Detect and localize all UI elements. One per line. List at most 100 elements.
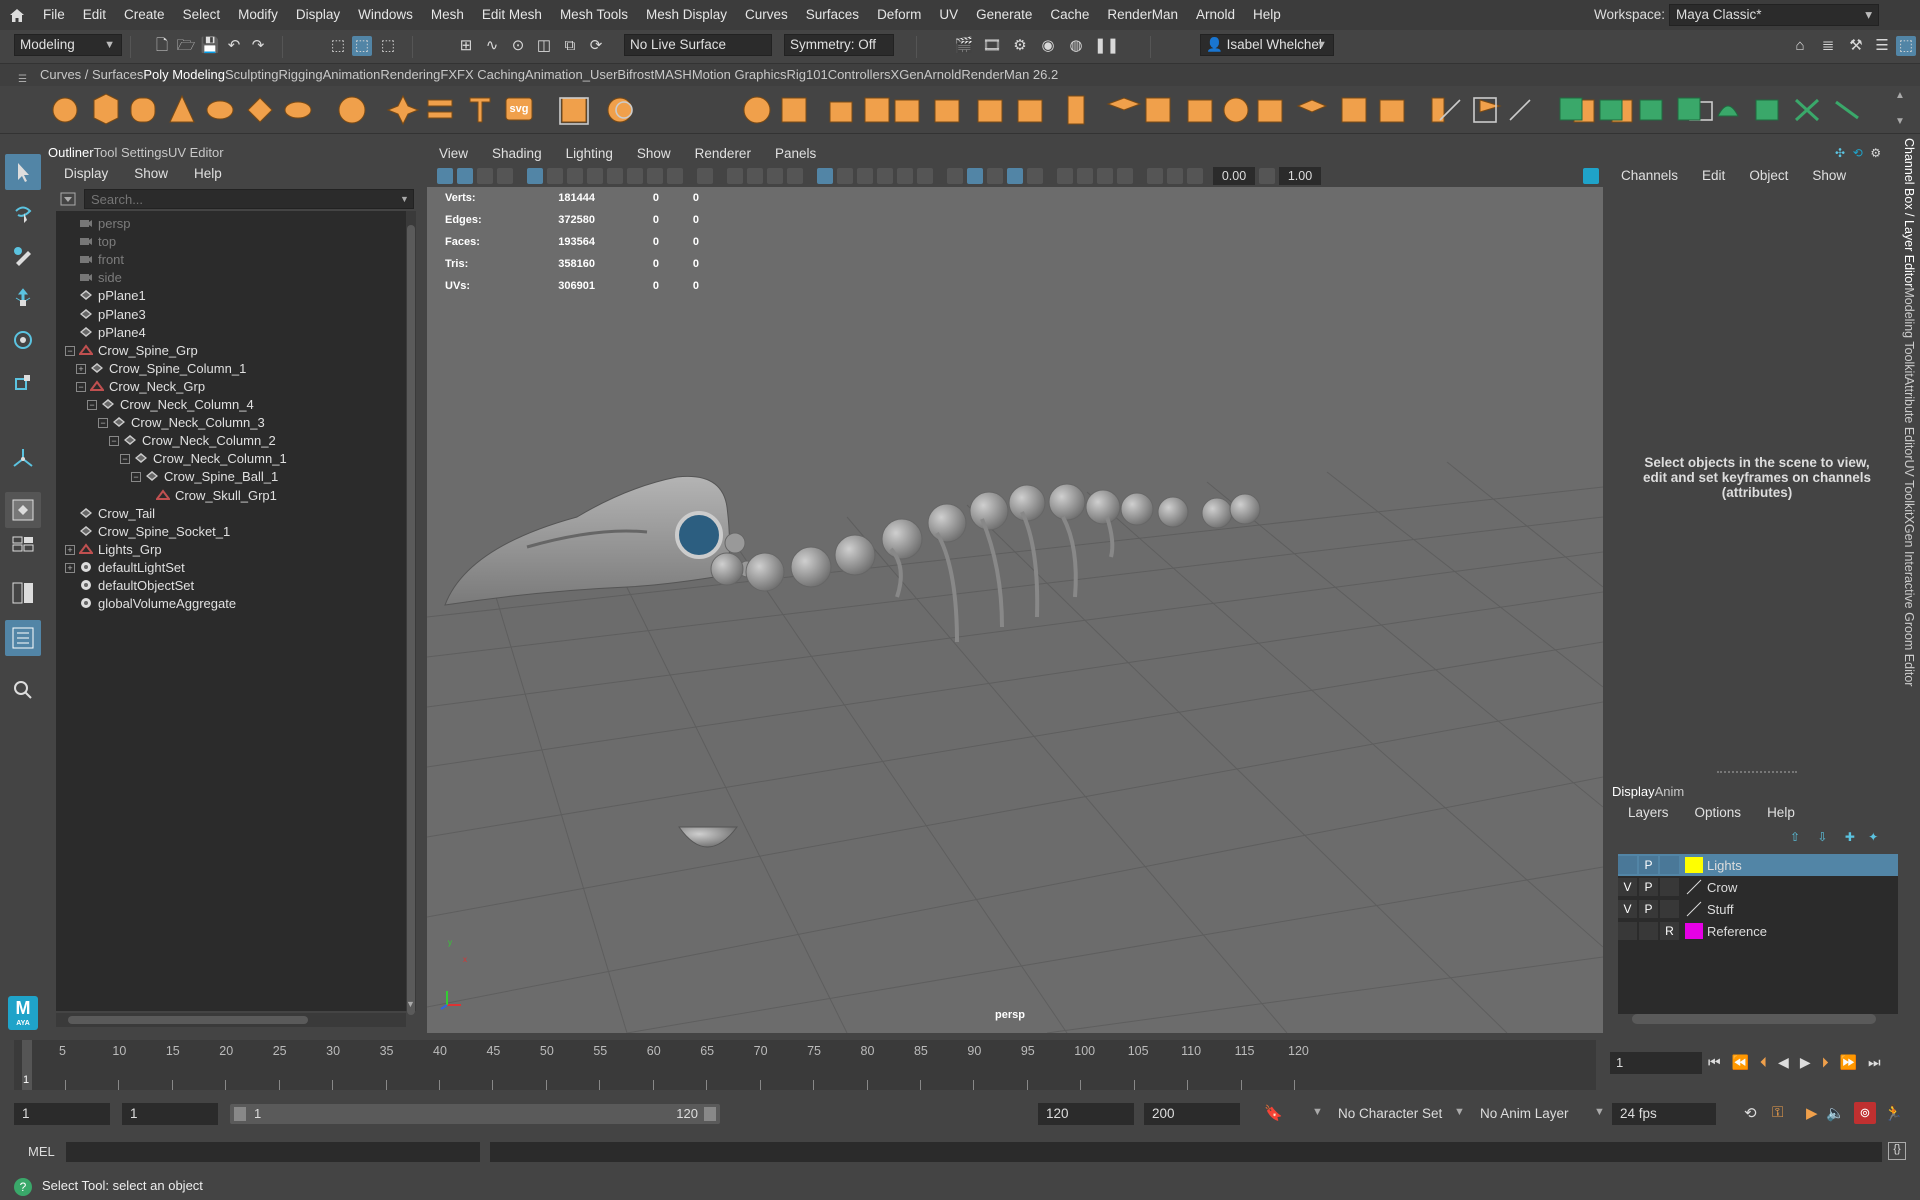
tree-expander-icon[interactable]: − [98, 418, 108, 429]
crow-spine-model[interactable] [710, 483, 1261, 643]
toggle-channel-box-icon[interactable]: ☰ [1872, 36, 1892, 56]
layer-color-swatch[interactable] [1685, 879, 1703, 895]
layer-r-toggle[interactable] [1660, 878, 1679, 896]
scroll-down-icon[interactable]: ▼ [406, 999, 415, 1009]
image-plane-icon[interactable] [497, 168, 513, 184]
refresh-icon[interactable]: ⟲ [1853, 146, 1863, 160]
outliner-search-input[interactable] [84, 189, 414, 209]
shelf-tab-arnold[interactable]: Arnold [924, 64, 962, 86]
menu-windows[interactable]: Windows [349, 0, 422, 30]
arnold-render-icon[interactable]: ◍ [1066, 36, 1086, 56]
smooth-shade-icon[interactable] [837, 168, 853, 184]
lasso-select-tool-icon[interactable] [5, 196, 41, 232]
shelf-tab-rigging[interactable]: Rigging [278, 64, 322, 86]
crow-spine-socket-model[interactable] [678, 826, 739, 848]
outliner-persp-layout-icon[interactable] [5, 620, 41, 656]
layer-color-swatch[interactable] [1685, 901, 1703, 917]
shelf-scroll-up-icon[interactable]: ▲ [1895, 90, 1905, 101]
playback-end-field[interactable]: 120 [1038, 1103, 1134, 1125]
live-surface-field[interactable]: No Live Surface [624, 34, 772, 56]
shelf-tab-mash[interactable]: MASH [654, 64, 692, 86]
select-object-icon[interactable]: ⬚ [352, 36, 372, 56]
toggle-outliner-icon[interactable]: ⬚ [1896, 36, 1916, 56]
layer-row-reference[interactable]: R Reference [1618, 920, 1898, 942]
scale-tool-icon[interactable] [5, 364, 41, 400]
menu-cache[interactable]: Cache [1041, 0, 1098, 30]
fps-dropdown[interactable]: 24 fps [1612, 1103, 1716, 1125]
menu-arnold[interactable]: Arnold [1187, 0, 1244, 30]
select-camera-icon[interactable] [437, 168, 453, 184]
select-component-icon[interactable]: ⬚ [378, 36, 398, 56]
textured-icon[interactable] [877, 168, 893, 184]
animation-start-field[interactable]: 1 [14, 1103, 110, 1125]
menu-renderman[interactable]: RenderMan [1098, 0, 1187, 30]
shelf-tab-curves-surfaces[interactable]: Curves / Surfaces [40, 64, 143, 86]
shelf-tab-renderman-26-2[interactable]: RenderMan 26.2 [961, 64, 1058, 86]
perspective-viewport[interactable]: View Shading Lighting Show Renderer Panels [427, 143, 1603, 1033]
menu-file[interactable]: File [34, 0, 74, 30]
layer-p-toggle[interactable]: P [1639, 878, 1658, 896]
grease-pencil-icon[interactable] [547, 168, 563, 184]
ghost-icon[interactable] [787, 168, 803, 184]
menu-create[interactable]: Create [115, 0, 174, 30]
shelf-tab-motion-graphics[interactable]: Motion Graphics [692, 64, 787, 86]
layer-r-toggle[interactable] [1660, 856, 1679, 874]
motion-blur-icon[interactable] [1057, 168, 1073, 184]
wireframe-mode-icon[interactable] [817, 168, 833, 184]
tab-outliner[interactable]: Outliner [48, 143, 94, 163]
select-hierarchy-icon[interactable]: ⬚ [328, 36, 348, 56]
layer-tab-anim[interactable]: Anim [1655, 782, 1685, 802]
hdr-icon[interactable] [1117, 168, 1133, 184]
shelf-tab-poly-modeling[interactable]: Poly Modeling [143, 64, 225, 86]
home-icon[interactable] [0, 0, 34, 30]
auto-key-icon[interactable]: 🔖 [1264, 1104, 1283, 1122]
range-slider[interactable]: 1 120 [230, 1104, 720, 1124]
single-perspective-layout-icon[interactable] [5, 492, 41, 528]
outliner-item-crow-skull-grp1[interactable]: Crow_Skull_Grp1 [155, 485, 277, 507]
anti-alias-icon[interactable] [1077, 168, 1093, 184]
character-set-field[interactable]: No Character Set [1330, 1103, 1448, 1125]
menu-display[interactable]: Display [287, 0, 349, 30]
tree-expander-icon[interactable]: − [65, 345, 75, 356]
redo-icon[interactable]: ↷ [248, 36, 268, 56]
menu-mesh-tools[interactable]: Mesh Tools [551, 0, 637, 30]
menu-deform[interactable]: Deform [868, 0, 930, 30]
tree-expander-icon[interactable]: + [76, 363, 86, 374]
gamma-toggle-icon[interactable] [1259, 168, 1275, 184]
step-back-frame-icon[interactable]: ⏴ [1760, 1054, 1767, 1071]
layer-menu-layers[interactable]: Layers [1612, 802, 1679, 824]
menu-curves[interactable]: Curves [736, 0, 797, 30]
outliner-item-globalvolumeaggregate[interactable]: globalVolumeAggregate [79, 593, 236, 615]
symmetry-dropdown[interactable]: Symmetry: Off [784, 34, 894, 56]
layer-tab-display[interactable]: Display [1612, 782, 1655, 802]
isolate-select-icon[interactable] [967, 168, 983, 184]
playblast-icon[interactable] [727, 168, 743, 184]
menu-edit-mesh[interactable]: Edit Mesh [473, 0, 551, 30]
shelf-scroll-down-icon[interactable]: ▼ [1895, 116, 1905, 127]
snap-point-icon[interactable]: ⊙ [508, 36, 528, 56]
play-backwards-icon[interactable]: ◀ [1778, 1054, 1789, 1071]
use-all-lights-icon[interactable] [897, 168, 913, 184]
side-tab-xgen-interactive-groom-editor[interactable]: XGen Interactive Groom Editor [1902, 516, 1916, 687]
script-editor-icon[interactable]: {} [1888, 1142, 1906, 1160]
menu-modify[interactable]: Modify [229, 0, 287, 30]
xray-components-icon[interactable] [1027, 168, 1043, 184]
run-icon[interactable]: 🏃 [1884, 1104, 1903, 1122]
layer-menu-help[interactable]: Help [1751, 802, 1805, 824]
shelf-tab-fx[interactable]: FX [440, 64, 457, 86]
shelf-tab-animation[interactable]: Animation [323, 64, 381, 86]
toggle-attribute-editor-icon[interactable]: ≣ [1818, 36, 1838, 56]
filter-icon[interactable] [60, 192, 76, 206]
menu-surfaces[interactable]: Surfaces [797, 0, 868, 30]
paint-select-tool-icon[interactable] [5, 238, 41, 274]
outliner-menu-display[interactable]: Display [48, 163, 118, 185]
layer-menu-options[interactable]: Options [1679, 802, 1752, 824]
rotate-tool-icon[interactable] [5, 322, 41, 358]
step-forward-frame-icon[interactable]: ⏵ [1822, 1054, 1829, 1071]
settings-icon[interactable]: ⚙ [1870, 146, 1881, 160]
attribute-icon[interactable]: ✣ [1835, 146, 1845, 160]
command-input[interactable] [66, 1142, 480, 1162]
xray-icon[interactable] [987, 168, 1003, 184]
bookmarks-icon[interactable] [477, 168, 493, 184]
viewport-menu-shading[interactable]: Shading [480, 143, 554, 165]
